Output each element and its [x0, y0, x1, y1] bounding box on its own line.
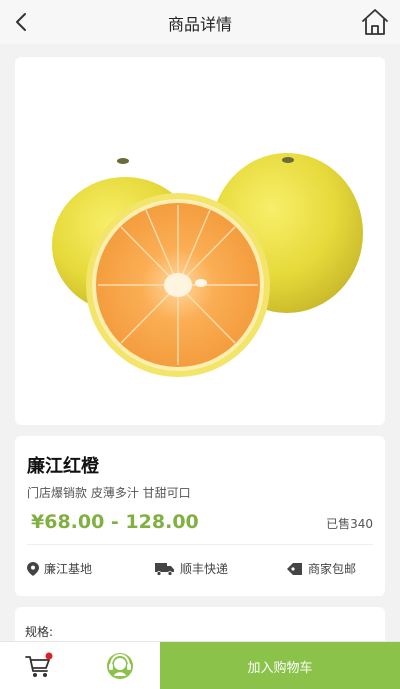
- orange-fruit-illustration: [52, 153, 363, 377]
- product-name: 廉江红橙: [27, 456, 99, 477]
- product-info-card: 廉江红橙 门店爆销款 皮薄多汁 甘甜可口 ¥68.00 - 128.00 已售3…: [15, 436, 385, 596]
- price-tag-icon: [287, 562, 302, 575]
- feature-free-shipping: 商家包邮: [287, 560, 356, 577]
- customer-service-icon[interactable]: [104, 650, 136, 682]
- feature-label: 商家包邮: [308, 562, 357, 576]
- delivery-truck-icon: [155, 562, 174, 576]
- divider: [27, 544, 373, 545]
- add-to-cart-button[interactable]: 加入购物车: [160, 642, 400, 689]
- location-pin-icon: [27, 561, 39, 576]
- spec-label: 规格:: [25, 625, 54, 639]
- shopping-cart-icon[interactable]: [24, 652, 54, 680]
- feature-shipping: 顺丰快递: [155, 560, 228, 577]
- product-image[interactable]: [15, 57, 385, 425]
- product-price: ¥68.00 - 128.00: [31, 511, 199, 533]
- feature-origin: 廉江基地: [27, 560, 92, 577]
- cart-badge-dot: [45, 652, 53, 660]
- product-description: 门店爆销款 皮薄多汁 甘甜可口: [27, 486, 191, 500]
- feature-label: 廉江基地: [44, 562, 93, 576]
- home-icon[interactable]: [360, 7, 390, 37]
- sold-count: 已售340: [326, 517, 373, 531]
- feature-label: 顺丰快递: [180, 562, 229, 576]
- page-title: 商品详情: [167, 15, 232, 34]
- bottom-action-bar: 加入购物车: [0, 641, 400, 689]
- top-navigation-bar: 商品详情: [0, 0, 400, 44]
